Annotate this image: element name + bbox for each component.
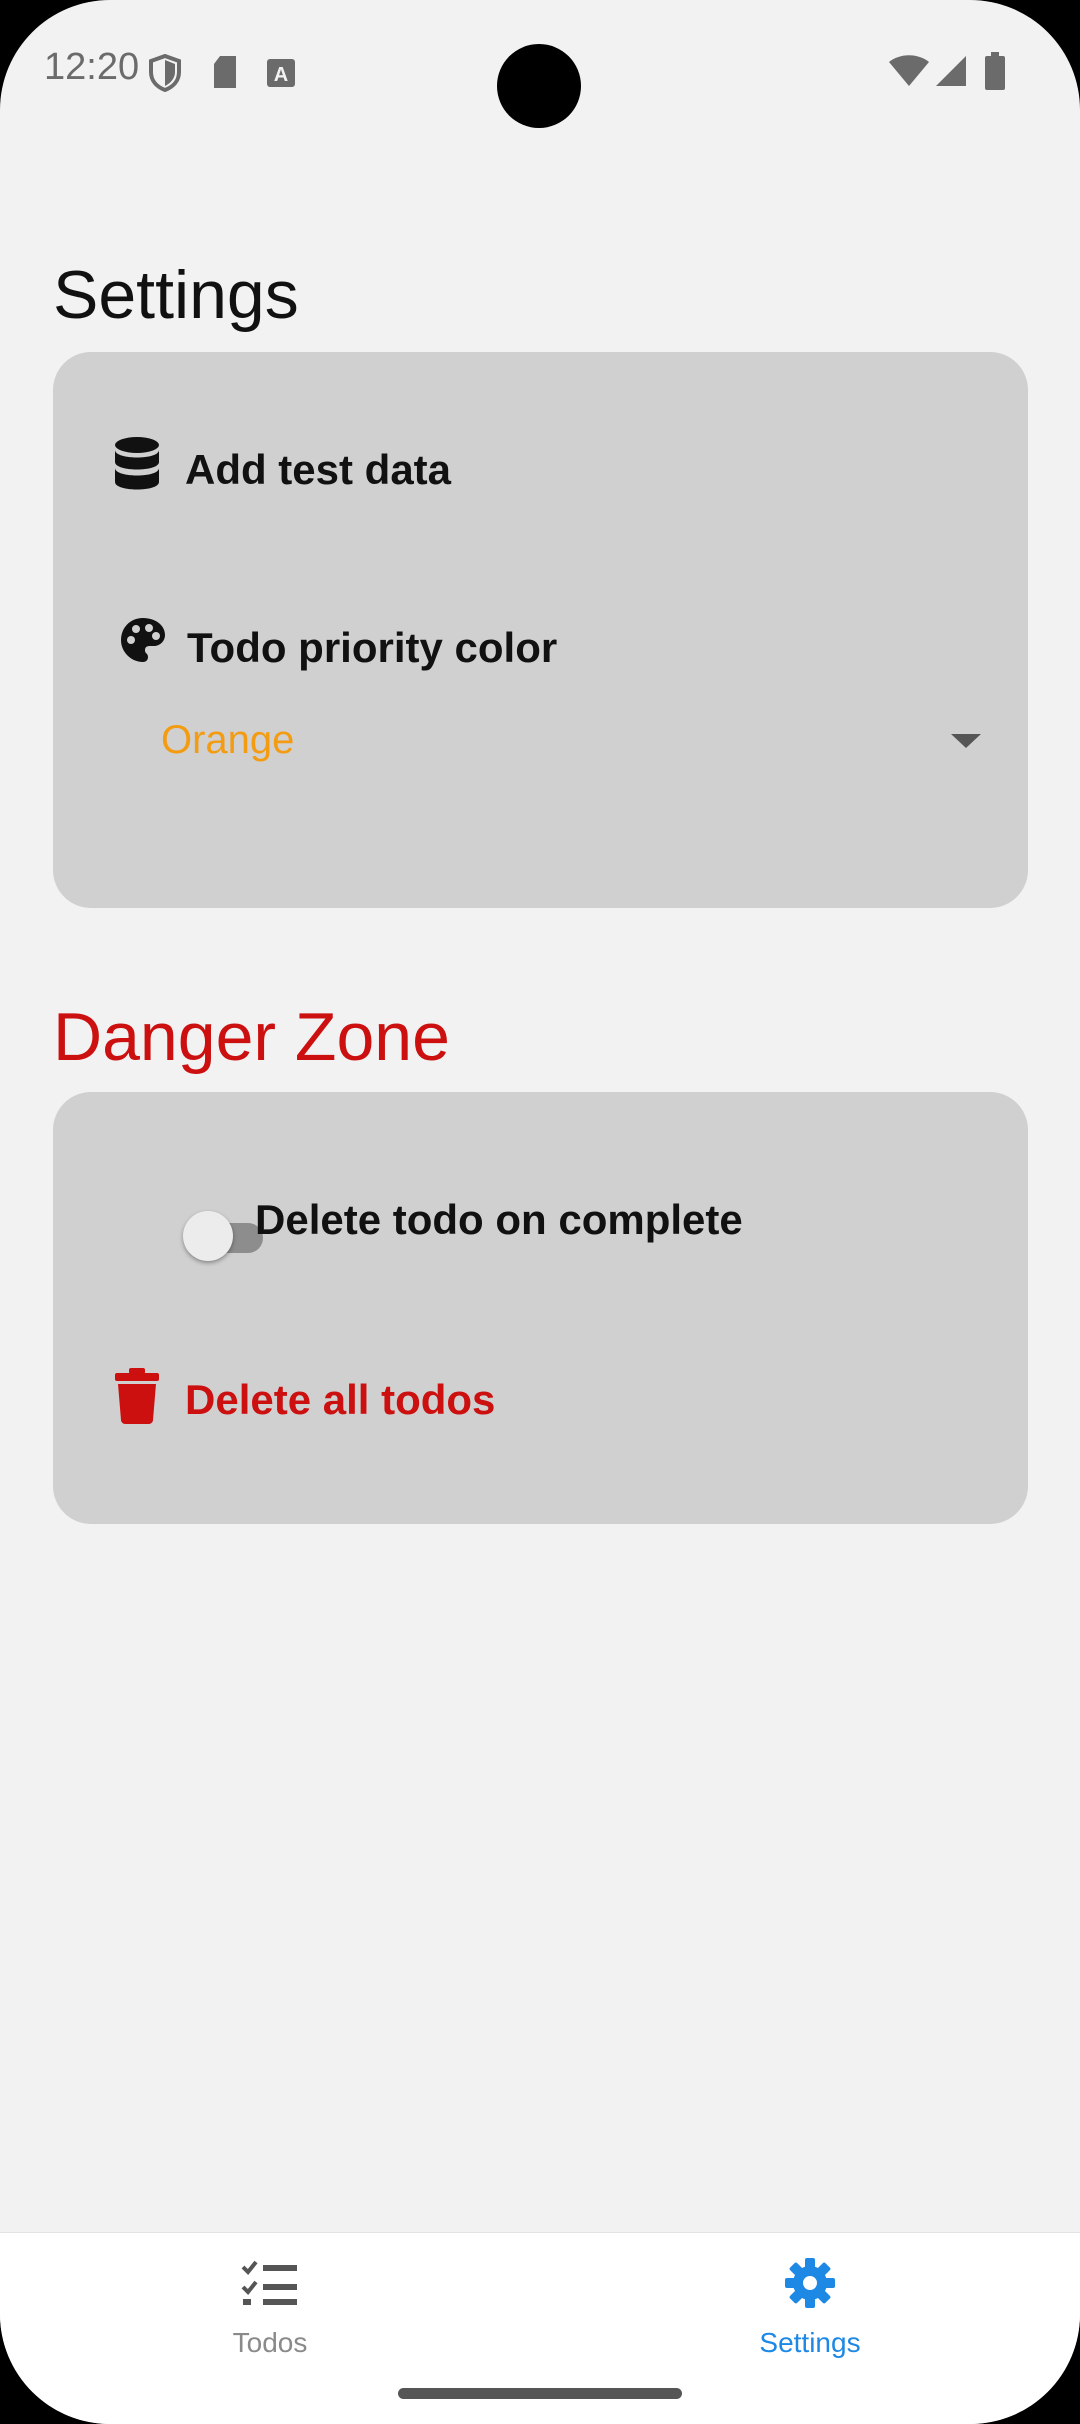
palette-icon <box>121 618 165 662</box>
danger-zone-card: Delete todo on complete Delete all todos <box>53 1092 1028 1524</box>
priority-color-dropdown[interactable]: Orange <box>161 692 981 782</box>
checklist-icon <box>241 2260 297 2305</box>
trash-icon <box>115 1368 159 1424</box>
shield-icon <box>149 54 181 92</box>
gear-icon <box>785 2258 835 2308</box>
status-time: 12:20 <box>44 46 140 88</box>
sd-card-icon <box>214 56 236 88</box>
danger-zone-title: Danger Zone <box>53 999 450 1075</box>
database-icon <box>115 437 159 490</box>
battery-icon <box>985 52 1005 90</box>
text-recognition-icon: A <box>267 59 295 87</box>
nav-label-settings: Settings <box>759 2327 861 2358</box>
settings-card: Add test data Todo priority color Orange <box>53 352 1028 908</box>
priority-color-row: Todo priority color <box>119 610 719 680</box>
delete-on-complete-label: Delete todo on complete <box>255 1196 743 1243</box>
front-camera <box>497 44 581 128</box>
nav-item-todos[interactable]: Todos <box>120 2233 420 2383</box>
priority-color-label: Todo priority color <box>187 624 558 671</box>
home-indicator <box>398 2388 682 2399</box>
add-test-data-label: Add test data <box>185 446 452 493</box>
caret-down-icon <box>951 734 981 748</box>
screen: 12:20 A Settings Add test data Todo prio… <box>0 0 1080 2424</box>
add-test-data-button[interactable]: Add test data <box>113 432 713 512</box>
svg-text:A: A <box>274 64 288 86</box>
page-title: Settings <box>53 257 299 333</box>
delete-all-todos-label: Delete all todos <box>185 1376 496 1423</box>
nav-label-todos: Todos <box>232 2327 308 2358</box>
toggle-thumb <box>183 1211 233 1261</box>
signal-icon <box>936 56 966 86</box>
nav-item-settings[interactable]: Settings <box>660 2233 960 2383</box>
delete-all-todos-button[interactable]: Delete all todos <box>115 1368 615 1448</box>
wifi-icon <box>889 55 929 86</box>
priority-color-value: Orange <box>161 718 295 762</box>
